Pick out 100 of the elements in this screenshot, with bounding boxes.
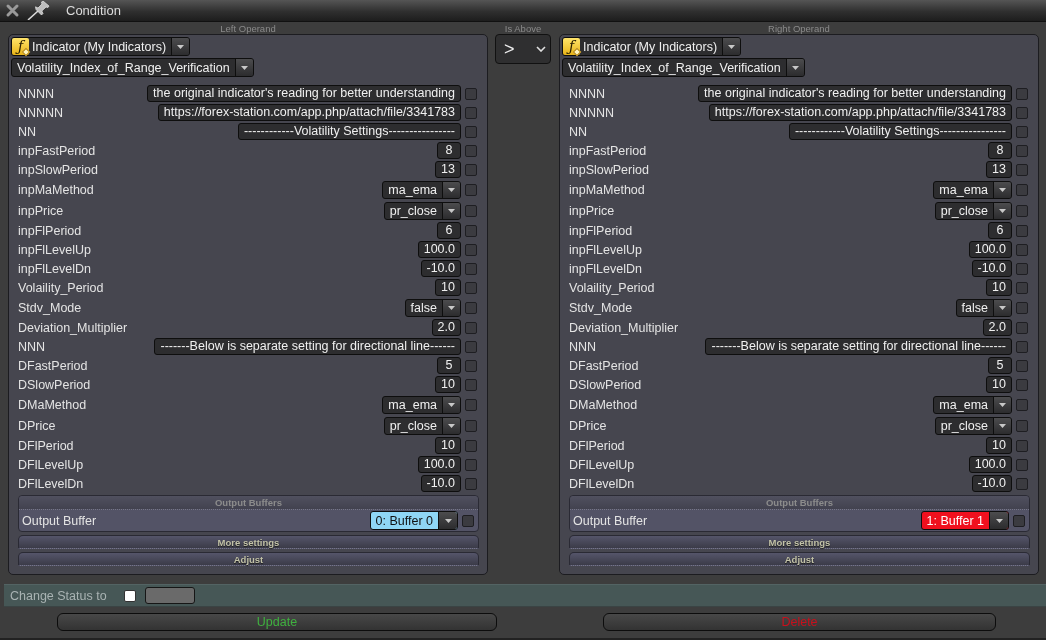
param-checkbox[interactable] <box>465 204 477 217</box>
param-checkbox[interactable] <box>1016 204 1028 217</box>
param-value-field[interactable]: https://forex-station.com/app.php/attach/file/3341783 <box>157 104 461 121</box>
param-checkbox[interactable] <box>465 439 477 452</box>
param-value-field[interactable]: 5 <box>437 357 461 374</box>
param-checkbox[interactable] <box>1016 477 1028 490</box>
update-button[interactable]: Update <box>57 613 497 631</box>
param-dropdown[interactable]: false <box>955 298 1012 317</box>
param-value-field[interactable]: 100.0 <box>417 456 461 473</box>
param-value-field[interactable]: ------------Volatility Settings---------------- <box>788 123 1012 140</box>
param-checkbox[interactable] <box>1016 398 1028 411</box>
param-checkbox[interactable] <box>465 144 477 157</box>
param-value-field[interactable]: https://forex-station.com/app.php/attach/file/3341783 <box>708 104 1012 121</box>
param-value-field[interactable]: 2.0 <box>982 319 1012 336</box>
param-value-field[interactable]: 10 <box>435 279 461 296</box>
indicator-dropdown[interactable]: Volatility_Index_of_Range_Verification <box>11 58 254 77</box>
section-header[interactable]: More settings <box>569 535 1030 549</box>
param-checkbox[interactable] <box>1016 321 1028 334</box>
param-checkbox[interactable] <box>465 125 477 138</box>
param-checkbox[interactable] <box>465 458 477 471</box>
param-value-field[interactable]: 5 <box>988 357 1012 374</box>
param-checkbox[interactable] <box>465 224 477 237</box>
param-value-field[interactable]: 100.0 <box>417 241 461 258</box>
param-value-field[interactable]: -------Below is separate setting for directional line------ <box>154 338 461 355</box>
param-value-field[interactable]: 8 <box>988 142 1012 159</box>
section-header[interactable]: Adjust <box>18 552 479 566</box>
param-value-field[interactable]: 6 <box>988 222 1012 239</box>
param-value-field[interactable]: 2.0 <box>431 319 461 336</box>
param-dropdown[interactable]: pr_close <box>383 201 461 220</box>
param-value-field[interactable]: 10 <box>435 376 461 393</box>
param-checkbox[interactable] <box>1016 378 1028 391</box>
param-checkbox[interactable] <box>1016 359 1028 372</box>
source-dropdown[interactable]: ƒ Indicator (My Indicators) <box>562 37 742 56</box>
param-value-field[interactable]: 6 <box>437 222 461 239</box>
param-checkbox[interactable] <box>1016 183 1028 196</box>
source-dropdown[interactable]: ƒ Indicator (My Indicators) <box>11 37 191 56</box>
param-value-field[interactable]: ------------Volatility Settings---------------- <box>237 123 461 140</box>
param-checkbox[interactable] <box>1016 224 1028 237</box>
param-value-field[interactable]: -10.0 <box>420 475 461 492</box>
param-dropdown[interactable]: pr_close <box>383 416 461 435</box>
param-dropdown[interactable]: ma_ema <box>382 395 461 414</box>
param-value-field[interactable]: 10 <box>986 437 1012 454</box>
status-field[interactable] <box>145 587 195 604</box>
param-checkbox[interactable] <box>465 321 477 334</box>
section-header[interactable]: Adjust <box>569 552 1030 566</box>
param-checkbox[interactable] <box>1016 262 1028 275</box>
buffer-dropdown[interactable]: 0: Buffer 0 <box>369 511 458 530</box>
param-checkbox[interactable] <box>465 378 477 391</box>
param-value-field[interactable]: 10 <box>986 279 1012 296</box>
param-dropdown[interactable]: pr_close <box>934 201 1012 220</box>
param-checkbox[interactable] <box>465 87 477 100</box>
param-dropdown[interactable]: ma_ema <box>933 395 1012 414</box>
indicator-dropdown[interactable]: Volatility_Index_of_Range_Verification <box>562 58 805 77</box>
param-value-field[interactable]: 10 <box>435 437 461 454</box>
param-value-field[interactable]: -10.0 <box>420 260 461 277</box>
param-checkbox[interactable] <box>465 106 477 119</box>
param-checkbox[interactable] <box>465 477 477 490</box>
param-checkbox[interactable] <box>1016 439 1028 452</box>
param-value-field[interactable]: -10.0 <box>971 260 1012 277</box>
param-value-field[interactable]: the original indicator's reading for better understanding <box>147 85 461 102</box>
param-value-field[interactable]: 100.0 <box>968 241 1012 258</box>
param-checkbox[interactable] <box>465 281 477 294</box>
param-dropdown[interactable]: ma_ema <box>382 180 461 199</box>
param-checkbox[interactable] <box>465 359 477 372</box>
param-checkbox[interactable] <box>1016 340 1028 353</box>
param-dropdown[interactable]: pr_close <box>934 416 1012 435</box>
param-value-field[interactable]: 8 <box>437 142 461 159</box>
param-checkbox[interactable] <box>1016 458 1028 471</box>
param-checkbox[interactable] <box>1016 163 1028 176</box>
param-checkbox[interactable] <box>1016 281 1028 294</box>
param-value-field[interactable]: 13 <box>986 161 1012 178</box>
param-checkbox[interactable] <box>465 183 477 196</box>
buffer-dropdown[interactable]: 1: Buffer 1 <box>920 511 1009 530</box>
param-value-field[interactable]: 100.0 <box>968 456 1012 473</box>
param-value-field[interactable]: the original indicator's reading for better understanding <box>698 85 1012 102</box>
param-checkbox[interactable] <box>465 340 477 353</box>
param-checkbox[interactable] <box>1016 243 1028 256</box>
param-checkbox[interactable] <box>465 398 477 411</box>
param-checkbox[interactable] <box>1016 419 1028 432</box>
param-checkbox[interactable] <box>1016 301 1028 314</box>
param-checkbox[interactable] <box>465 262 477 275</box>
pin-icon[interactable] <box>27 1 50 20</box>
param-value-field[interactable]: -------Below is separate setting for directional line------ <box>705 338 1012 355</box>
operator-dropdown[interactable]: > <box>495 34 551 64</box>
param-value-field[interactable]: -10.0 <box>971 475 1012 492</box>
param-checkbox[interactable] <box>1016 125 1028 138</box>
param-value-field[interactable]: 10 <box>986 376 1012 393</box>
param-checkbox[interactable] <box>1016 87 1028 100</box>
status-checkbox[interactable] <box>124 589 136 602</box>
param-checkbox[interactable] <box>465 301 477 314</box>
close-icon[interactable] <box>5 3 20 18</box>
section-header[interactable]: More settings <box>18 535 479 549</box>
param-value-field[interactable]: 13 <box>435 161 461 178</box>
param-checkbox[interactable] <box>465 163 477 176</box>
buffer-checkbox[interactable] <box>1013 514 1025 527</box>
param-checkbox[interactable] <box>465 243 477 256</box>
buffer-checkbox[interactable] <box>462 514 474 527</box>
param-dropdown[interactable]: ma_ema <box>933 180 1012 199</box>
param-checkbox[interactable] <box>465 419 477 432</box>
param-dropdown[interactable]: false <box>404 298 461 317</box>
